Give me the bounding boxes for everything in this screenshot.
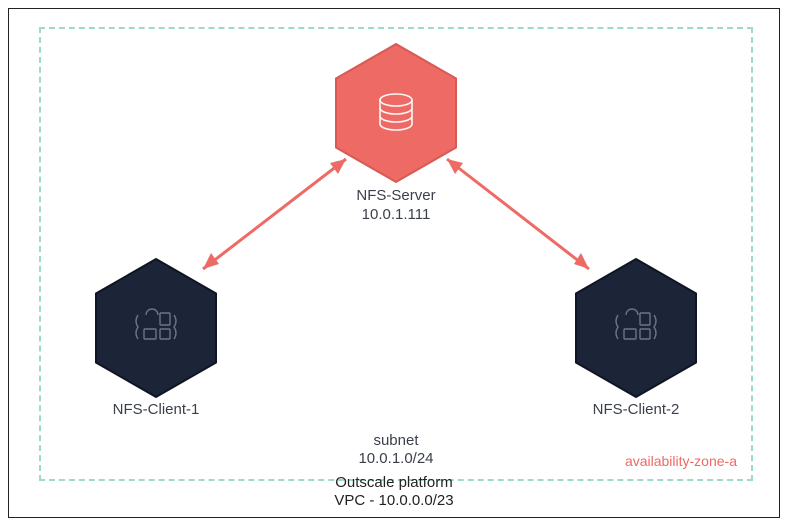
nfs-client-1-label: NFS-Client-1 [66,401,246,420]
node-ip: 10.0.1.111 [362,206,431,223]
node-name: NFS-Client-2 [593,401,680,418]
vpc-cidr: VPC - 10.0.0.0/23 [334,492,453,509]
vpc-frame: NFS-Server 10.0.1.111 NFS-Client-1 NFS-C… [8,8,780,518]
nfs-client-2-label: NFS-Client-2 [546,401,726,420]
subnet-cidr: 10.0.1.0/24 [358,450,433,467]
vpc-footer-label: Outscale platform VPC - 10.0.0.0/23 [9,474,779,512]
platform-name: Outscale platform [335,474,453,491]
node-name: NFS-Server [356,187,435,204]
subnet-box: NFS-Server 10.0.1.111 NFS-Client-1 NFS-C… [39,27,753,481]
subnet-title: subnet [373,432,418,449]
node-name: NFS-Client-1 [113,401,200,418]
availability-zone-label: availability-zone-a [625,453,737,469]
nfs-server-label: NFS-Server 10.0.1.111 [306,187,486,225]
